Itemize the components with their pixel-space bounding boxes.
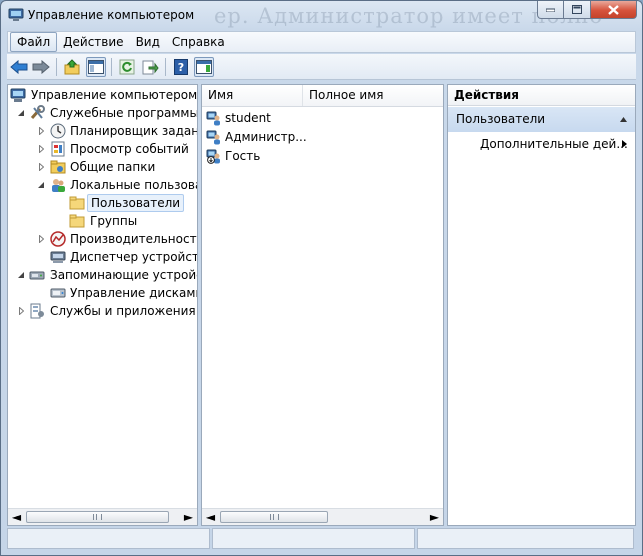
- back-button[interactable]: [9, 57, 29, 77]
- toolbar: ?: [7, 54, 636, 80]
- column-name[interactable]: Имя: [202, 85, 303, 106]
- menu-help[interactable]: Справка: [166, 33, 231, 51]
- computer-management-window: Управление компьютером ер. Администратор…: [0, 0, 643, 556]
- export-list-icon: [142, 60, 159, 75]
- show-hide-action-pane-icon: [196, 60, 212, 74]
- expand-arrow-icon[interactable]: [36, 122, 46, 140]
- collapse-section-icon[interactable]: [620, 107, 627, 132]
- scroll-left-arrow-icon[interactable]: ◄: [202, 509, 219, 525]
- list-horizontal-scrollbar[interactable]: ◄ ►: [202, 508, 443, 525]
- forward-button[interactable]: [31, 57, 51, 77]
- scroll-left-arrow-icon[interactable]: ◄: [8, 509, 25, 525]
- toolbar-separator: [165, 58, 166, 76]
- collapse-arrow-icon[interactable]: [36, 176, 46, 194]
- shared-folder-icon: [50, 160, 66, 174]
- list-column-header: Имя Полное имя: [202, 85, 443, 107]
- scroll-right-arrow-icon[interactable]: ►: [426, 509, 443, 525]
- storage-icon: [29, 271, 45, 280]
- folder-icon: [69, 196, 85, 210]
- services-icon: [30, 303, 44, 319]
- device-manager-icon: [50, 251, 66, 263]
- maximize-icon: [572, 5, 582, 14]
- toolbar-separator: [111, 58, 112, 76]
- forward-arrow-icon: [32, 60, 50, 74]
- help-icon: ?: [174, 59, 188, 75]
- back-arrow-icon: [10, 60, 28, 74]
- export-list-button[interactable]: [140, 57, 160, 77]
- folder-icon: [69, 214, 85, 228]
- disabled-user-icon: [206, 149, 220, 164]
- tree-horizontal-scrollbar[interactable]: ◄ ►: [8, 508, 197, 525]
- menu-action[interactable]: Действие: [57, 33, 129, 51]
- status-bar: [7, 528, 636, 549]
- scrollbar-grip-icon: [93, 514, 102, 520]
- close-button[interactable]: [591, 1, 637, 19]
- refresh-button[interactable]: [117, 57, 137, 77]
- refresh-icon: [119, 59, 135, 75]
- minimize-icon: [546, 8, 555, 12]
- users-group-icon: [52, 179, 65, 192]
- close-icon: [608, 4, 619, 15]
- computer-management-app-icon: [8, 8, 24, 21]
- window-bottom-border: [1, 550, 642, 555]
- status-panel: [417, 528, 634, 549]
- up-button[interactable]: [62, 57, 82, 77]
- status-panel: [7, 528, 210, 549]
- scrollbar-thumb[interactable]: [26, 511, 169, 523]
- user-icon: [206, 130, 220, 145]
- expand-arrow-icon[interactable]: [16, 302, 26, 320]
- users-list-view: Имя Полное имя student Администр... Гост…: [201, 84, 444, 526]
- menu-file[interactable]: Файл: [10, 32, 58, 52]
- system-tools-icon: [30, 105, 45, 119]
- svg-text:?: ?: [178, 61, 184, 74]
- console-tree: Управление компьютером (л Служебные прог…: [7, 84, 198, 526]
- computer-management-icon: [10, 88, 26, 102]
- expand-arrow-icon[interactable]: [36, 230, 46, 248]
- actions-header: Действия: [448, 85, 635, 106]
- minimize-button[interactable]: [537, 1, 564, 19]
- help-button[interactable]: ?: [171, 57, 191, 77]
- menu-bar: Файл Действие Вид Справка: [7, 31, 636, 53]
- event-viewer-icon: [51, 141, 65, 157]
- clock-icon: [50, 123, 66, 139]
- window-title: Управление компьютером: [28, 8, 195, 22]
- up-folder-icon: [64, 59, 79, 75]
- disk-management-icon: [50, 288, 66, 298]
- scroll-right-arrow-icon[interactable]: ►: [180, 509, 197, 525]
- performance-icon: [50, 231, 66, 247]
- submenu-arrow-icon: [622, 140, 627, 148]
- user-icon: [206, 111, 220, 126]
- expand-arrow-icon[interactable]: [36, 158, 46, 176]
- scrollbar-grip-icon: [269, 514, 279, 520]
- status-panel: [212, 528, 415, 549]
- expand-arrow-icon[interactable]: [36, 140, 46, 158]
- actions-pane: Действия Пользователи Дополнительные дей…: [447, 84, 636, 526]
- more-actions-item[interactable]: Дополнительные дей...: [480, 135, 630, 153]
- menu-view[interactable]: Вид: [130, 33, 166, 51]
- collapse-arrow-icon[interactable]: [16, 266, 26, 284]
- scrollbar-thumb[interactable]: [220, 511, 328, 523]
- column-full-name[interactable]: Полное имя: [303, 85, 443, 106]
- title-bar[interactable]: Управление компьютером ер. Администратор…: [1, 1, 642, 31]
- toolbar-separator: [56, 58, 57, 76]
- actions-section-users[interactable]: Пользователи: [448, 107, 635, 132]
- collapse-arrow-icon[interactable]: [16, 104, 26, 122]
- show-hide-console-tree-button[interactable]: [86, 57, 106, 77]
- show-hide-action-pane-button[interactable]: [194, 57, 214, 77]
- maximize-button[interactable]: [564, 1, 591, 19]
- show-hide-console-tree-icon: [88, 60, 104, 74]
